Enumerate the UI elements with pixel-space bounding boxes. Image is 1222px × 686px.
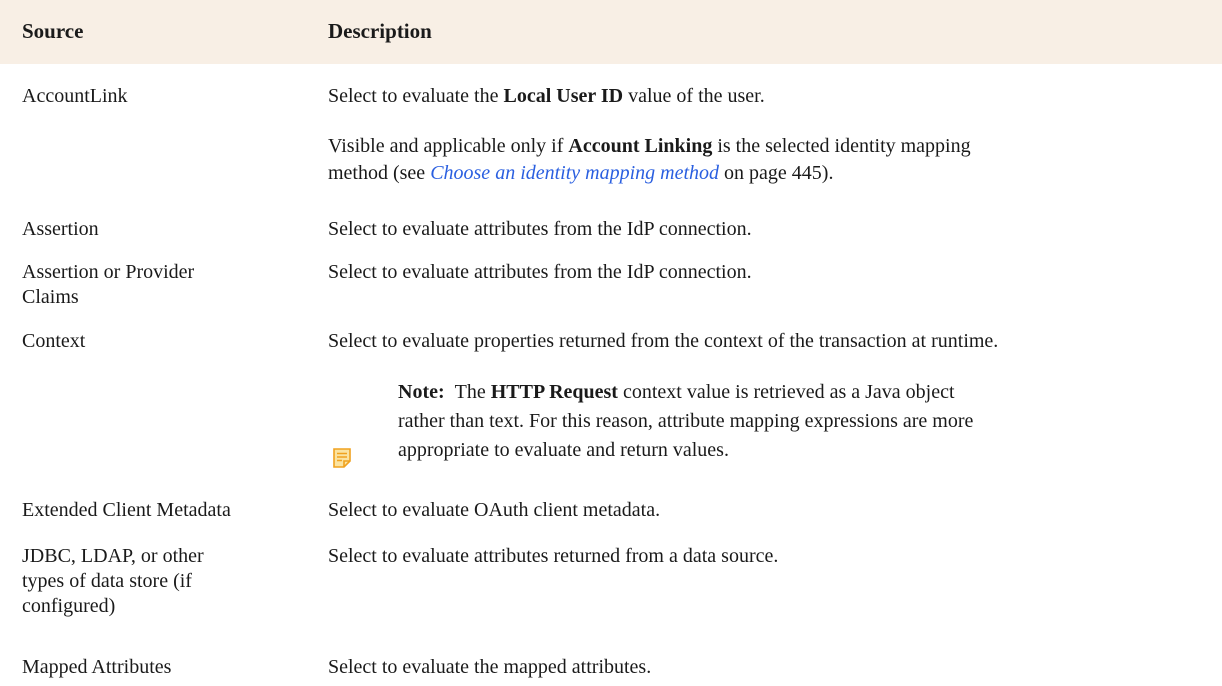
row-description-accountlink: Select to evaluate the Local User ID val… <box>328 85 765 107</box>
row-source-data-store-2: types of data store (if <box>22 570 192 592</box>
row-description-data-store: Select to evaluate attributes returned f… <box>328 545 779 567</box>
note-line-1: Note: The HTTP Request context value is … <box>398 381 955 403</box>
row-source-assertion-provider-1: Assertion or Provider <box>22 261 195 283</box>
note-label: Note: <box>398 381 445 403</box>
row-source-data-store-1: JDBC, LDAP, or other <box>22 545 204 567</box>
header-source: Source <box>22 19 84 43</box>
row-source-accountlink: AccountLink <box>22 85 128 107</box>
note-icon <box>333 448 351 468</box>
row-description-extended-client-metadata: Select to evaluate OAuth client metadata… <box>328 499 661 521</box>
note-line-2: rather than text. For this reason, attri… <box>398 410 974 432</box>
row-source-data-store-3: configured) <box>22 595 116 617</box>
identity-mapping-link[interactable]: Choose an identity mapping method <box>430 162 719 184</box>
row-description-assertion: Select to evaluate attributes from the I… <box>328 218 752 240</box>
row-source-context: Context <box>22 330 86 352</box>
row-description-context: Select to evaluate properties returned f… <box>328 330 999 352</box>
row-source-extended-client-metadata: Extended Client Metadata <box>22 499 231 521</box>
header-description: Description <box>328 19 432 43</box>
row-description-assertion-provider: Select to evaluate attributes from the I… <box>328 261 752 283</box>
row-description-mapped-attributes: Select to evaluate the mapped attributes… <box>328 656 652 678</box>
row-source-assertion-provider-2: Claims <box>22 286 79 308</box>
table-header: Source Description <box>0 0 1222 64</box>
row-description-accountlink-extra-1: Visible and applicable only if Account L… <box>328 135 971 157</box>
row-source-mapped-attributes: Mapped Attributes <box>22 656 172 678</box>
note-line-3: appropriate to evaluate and return value… <box>398 439 729 461</box>
row-source-assertion: Assertion <box>22 218 99 240</box>
row-description-accountlink-extra-2: method (see Choose an identity mapping m… <box>328 162 834 184</box>
attribute-source-table: Source Description AccountLink Select to… <box>0 0 1222 686</box>
